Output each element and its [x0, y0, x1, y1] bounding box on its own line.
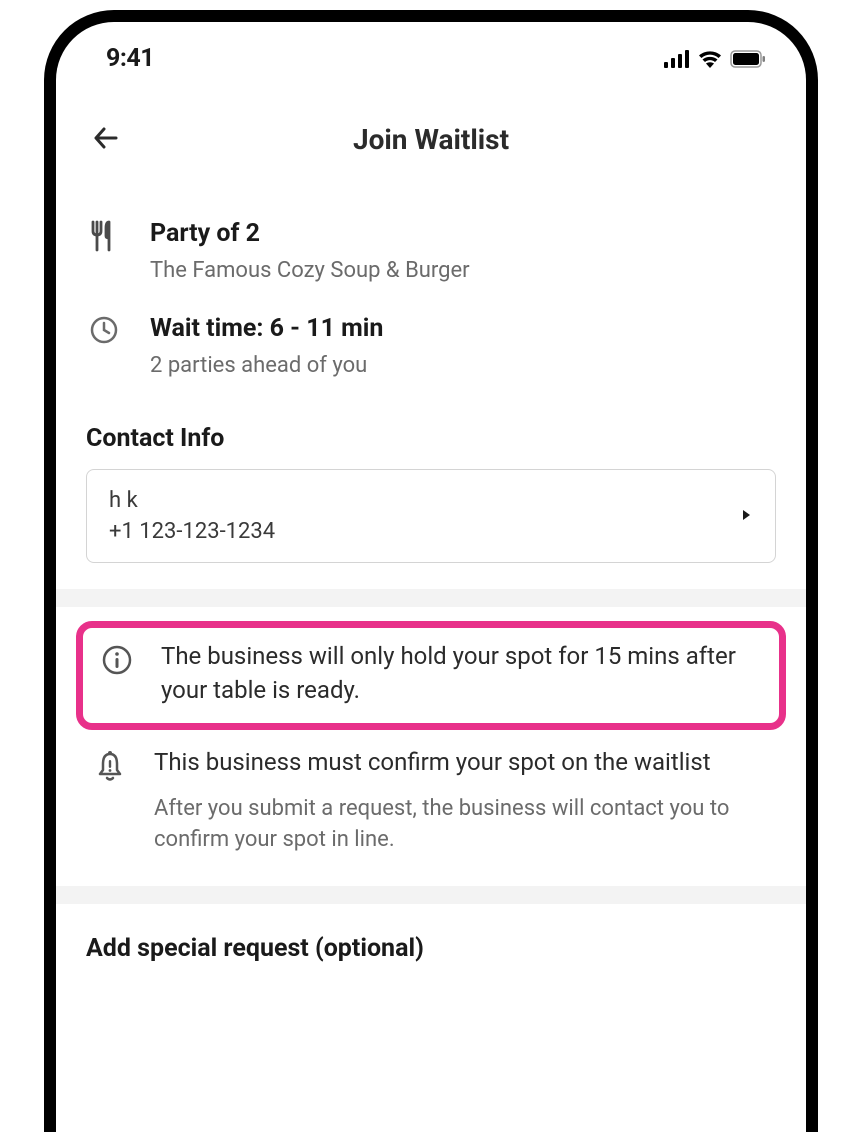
utensils-icon [86, 218, 122, 252]
cellular-signal-icon [664, 50, 690, 68]
contact-heading: Contact Info [86, 424, 776, 453]
wifi-icon [698, 50, 722, 68]
battery-icon [730, 50, 766, 68]
status-icons [664, 50, 766, 68]
back-button[interactable] [90, 122, 122, 158]
special-request-heading: Add special request (optional) [86, 934, 776, 963]
contact-phone: +1 123-123-1234 [109, 519, 275, 544]
hold-notice: The business will only hold your spot fo… [99, 640, 763, 707]
party-row: Party of 2 The Famous Cozy Soup & Burger [86, 218, 776, 285]
bell-icon [92, 746, 128, 784]
caret-right-icon [741, 507, 753, 526]
phone-frame: 9:41 [44, 10, 818, 1132]
wait-row: Wait time: 6 - 11 min 2 parties ahead of… [86, 313, 776, 380]
wait-time: Wait time: 6 - 11 min [150, 313, 383, 346]
party-size: Party of 2 [150, 218, 470, 251]
arrow-left-icon [90, 122, 122, 154]
status-bar: 9:41 [56, 22, 806, 83]
contact-name: h k [109, 488, 275, 513]
page-title: Join Waitlist [86, 123, 776, 156]
confirm-notice-sub: After you submit a request, the business… [154, 794, 770, 856]
status-time: 9:41 [106, 44, 154, 73]
parties-ahead: 2 parties ahead of you [150, 352, 383, 381]
hold-notice-text: The business will only hold your spot fo… [161, 640, 763, 707]
section-divider [56, 886, 806, 904]
info-icon [99, 640, 135, 676]
section-divider [56, 589, 806, 607]
confirm-notice: This business must confirm your spot on … [86, 746, 776, 855]
clock-icon [86, 313, 122, 345]
contact-card[interactable]: h k +1 123-123-1234 [86, 469, 776, 563]
header: Join Waitlist [56, 83, 806, 176]
restaurant-name: The Famous Cozy Soup & Burger [150, 257, 470, 286]
hold-notice-highlight: The business will only hold your spot fo… [76, 621, 786, 730]
confirm-notice-title: This business must confirm your spot on … [154, 746, 770, 780]
